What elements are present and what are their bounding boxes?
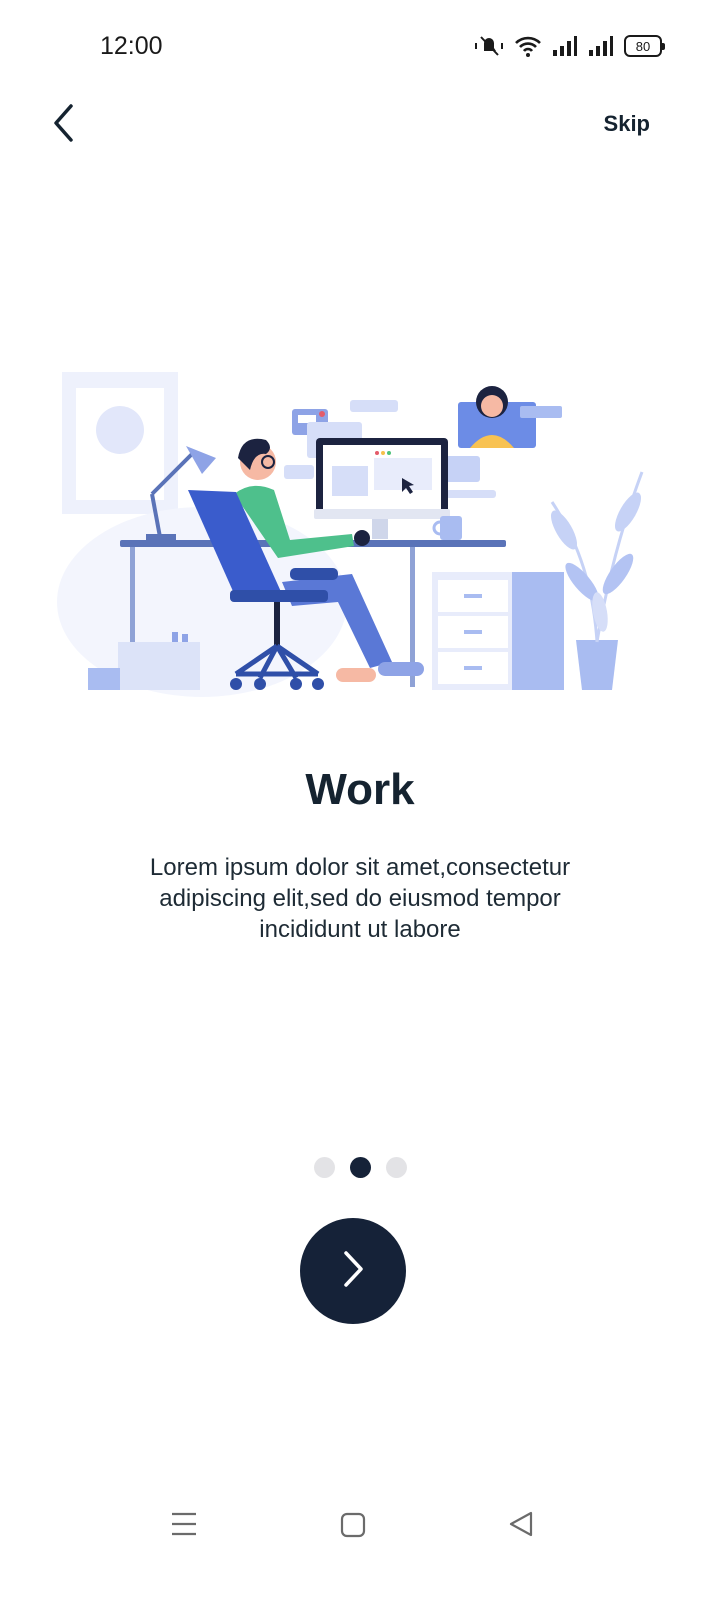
status-bar: 12:00 80 bbox=[0, 0, 720, 95]
chevron-right-icon bbox=[340, 1249, 366, 1294]
battery-icon: 80 bbox=[624, 35, 665, 57]
page-dot-3 bbox=[385, 1157, 407, 1178]
back-triangle-icon[interactable] bbox=[508, 1510, 534, 1543]
top-nav: Skip bbox=[0, 95, 720, 155]
menu-icon[interactable] bbox=[170, 1510, 198, 1543]
system-nav-bar bbox=[0, 1490, 720, 1560]
signal-icon bbox=[588, 35, 614, 57]
mute-icon bbox=[474, 34, 504, 58]
skip-button[interactable]: Skip bbox=[604, 111, 650, 137]
page-description: Lorem ipsum dolor sit amet,consectetur a… bbox=[149, 854, 571, 943]
next-button[interactable] bbox=[300, 1218, 406, 1324]
page-dot-1 bbox=[313, 1157, 335, 1178]
page-indicator bbox=[0, 1157, 720, 1178]
chevron-left-icon bbox=[51, 103, 77, 148]
status-time: 12:00 bbox=[100, 32, 163, 60]
wifi-icon bbox=[514, 34, 542, 58]
back-button[interactable] bbox=[40, 101, 88, 149]
signal-icon bbox=[552, 35, 578, 57]
status-icons: 80 bbox=[474, 34, 665, 58]
page-title: Work bbox=[305, 765, 415, 814]
battery-level: 80 bbox=[635, 38, 651, 54]
page-dot-2-active bbox=[349, 1157, 371, 1178]
onboarding-illustration bbox=[52, 362, 648, 702]
home-icon[interactable] bbox=[340, 1512, 366, 1543]
